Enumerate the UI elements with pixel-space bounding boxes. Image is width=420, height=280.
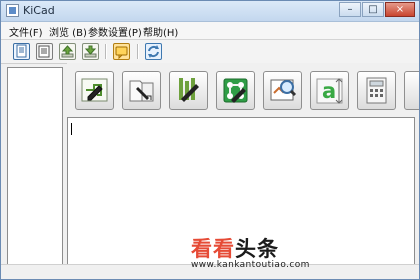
calculator-icon[interactable] (357, 71, 396, 110)
maximize-button[interactable]: □ (362, 2, 384, 17)
toolbar-separator (105, 44, 107, 59)
refresh-icon[interactable] (145, 43, 162, 60)
comment-icon[interactable] (113, 43, 130, 60)
window-controls: – □ × (339, 2, 415, 17)
menu-bar: 文件(F) 浏览 (B) 参数设置(P) 帮助(H) (1, 22, 419, 40)
main-toolbar (1, 40, 419, 64)
menu-preferences[interactable]: 参数设置(P) (88, 24, 142, 39)
schematic-editor-icon[interactable] (75, 71, 114, 110)
text-caret (71, 123, 72, 135)
status-bar (1, 264, 419, 279)
menu-help[interactable]: 帮助(H) (143, 24, 178, 39)
toolbar-separator (137, 44, 139, 59)
pcb-editor-icon[interactable] (216, 71, 255, 110)
component-association-icon[interactable] (169, 71, 208, 110)
upload-icon[interactable] (59, 43, 76, 60)
new-project-icon[interactable] (13, 43, 30, 60)
partial-tool-icon[interactable] (404, 71, 419, 110)
kicad-window: KiCad – □ × 文件(F) 浏览 (B) 参数设置(P) 帮助(H) a… (0, 0, 420, 280)
menu-browse[interactable]: 浏览 (B) (49, 24, 87, 39)
gerber-viewer-icon[interactable] (263, 71, 302, 110)
bitmap-converter-icon[interactable]: a (310, 71, 349, 110)
download-icon[interactable] (82, 43, 99, 60)
close-button[interactable]: × (385, 2, 415, 17)
kicad-app-icon (6, 4, 19, 17)
message-panel[interactable] (67, 117, 415, 273)
minimize-button[interactable]: – (339, 2, 361, 17)
svg-text:a: a (322, 79, 336, 103)
open-project-icon[interactable] (36, 43, 53, 60)
menu-file[interactable]: 文件(F) (9, 24, 43, 39)
library-editor-icon[interactable] (122, 71, 161, 110)
title-bar: KiCad – □ × (1, 1, 419, 22)
window-title: KiCad (23, 4, 55, 17)
kicad-tools-bar: a (67, 63, 419, 114)
project-tree-panel[interactable] (7, 67, 63, 273)
